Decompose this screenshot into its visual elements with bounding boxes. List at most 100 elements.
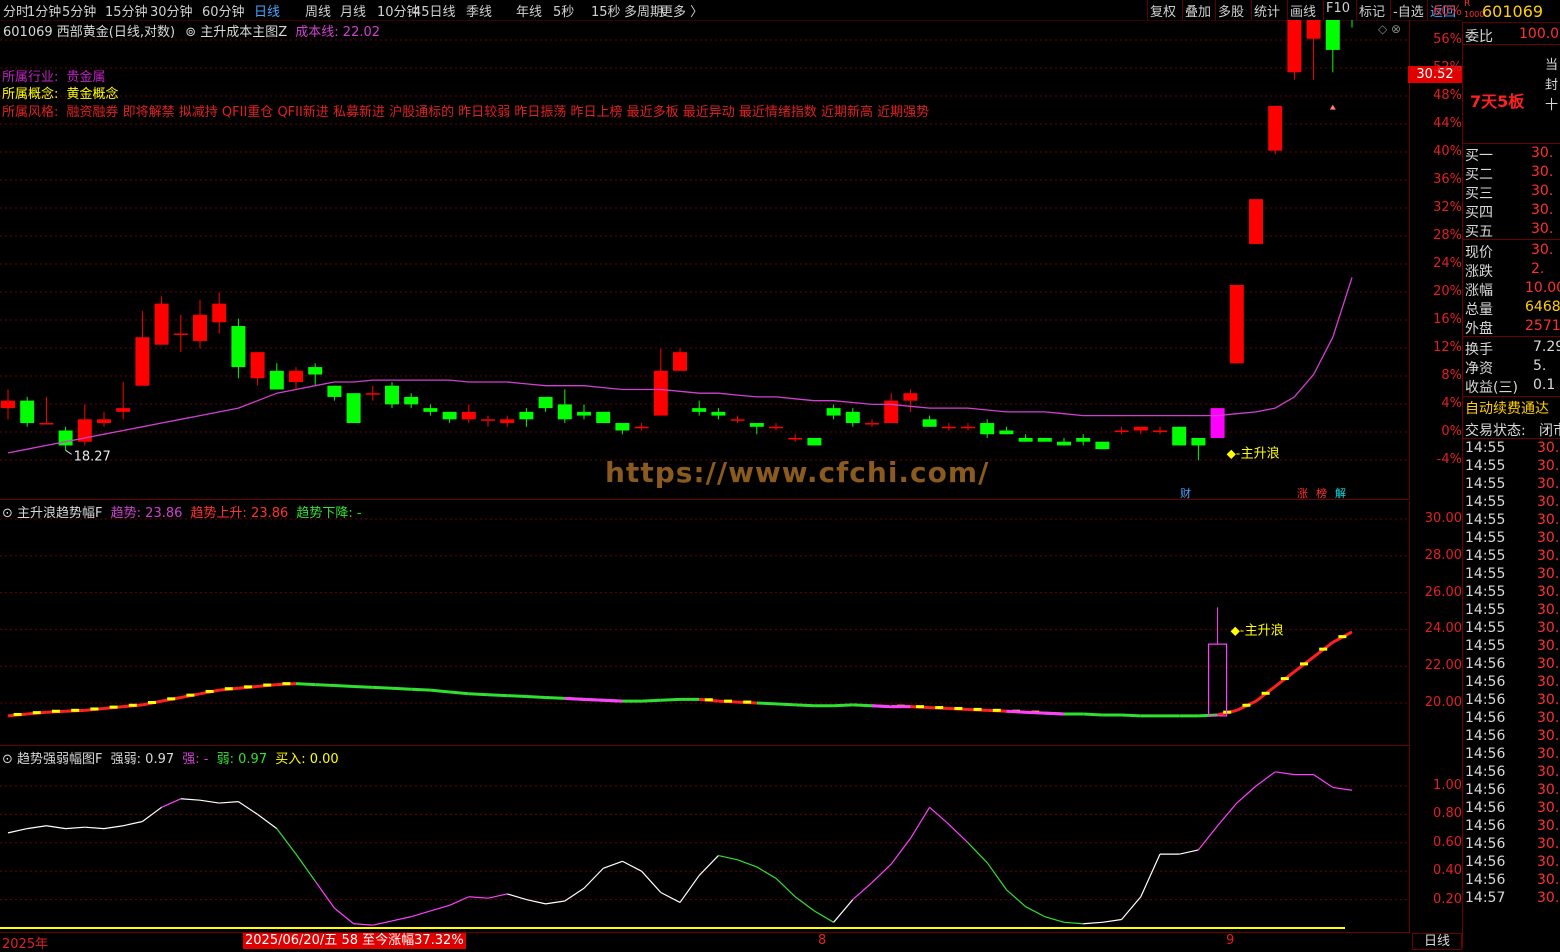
- period-3[interactable]: 15分钟: [105, 1, 148, 20]
- side-char-1: 当: [1545, 58, 1559, 73]
- toolbar-button-4[interactable]: 画线: [1290, 1, 1316, 20]
- trend-segment: [526, 695, 546, 699]
- event-tag-limit-up[interactable]: 涨: [1297, 485, 1308, 501]
- indicator-name[interactable]: 主升成本主图Z: [200, 25, 287, 40]
- strength-segment: [103, 825, 124, 830]
- panel2-y-tick: 22.00: [1424, 658, 1462, 674]
- quote-row-4[interactable]: 总量 6468: [1465, 299, 1560, 317]
- toolbar-button-2[interactable]: 多股: [1218, 1, 1244, 20]
- event-tag-rank[interactable]: 榜: [1316, 485, 1327, 501]
- trend-dash: [1280, 677, 1289, 681]
- trend-dash: [128, 703, 137, 707]
- toolbar-button-0[interactable]: 复权: [1150, 1, 1176, 20]
- period-6[interactable]: 日线: [254, 1, 280, 20]
- strength-segment: [1140, 853, 1161, 898]
- stat-row-1-value: 7.29: [1533, 339, 1560, 355]
- trade-status-label: 交易状态:: [1465, 423, 1526, 438]
- trend-dash: [205, 689, 214, 693]
- main-y-tick: 0%: [1441, 424, 1462, 439]
- period-13[interactable]: 5秒: [553, 1, 574, 20]
- panel3-y-tick: 1.00: [1433, 778, 1462, 793]
- trend-segment-magenta: [871, 704, 892, 709]
- panel3-strength: 强弱: 0.97: [110, 752, 175, 767]
- main-y-tick: 44%: [1433, 116, 1462, 131]
- period-8[interactable]: 月线: [340, 1, 366, 20]
- trend-segment: [775, 702, 796, 707]
- period-0[interactable]: 分时: [3, 1, 29, 20]
- quote-row-2-value: 2.: [1531, 261, 1545, 277]
- stat-row-3[interactable]: 收益(三) 0.1: [1465, 377, 1560, 395]
- strength-chart[interactable]: [0, 747, 1410, 932]
- tick-row: 14:55 30.: [1465, 476, 1560, 494]
- candle-body: [154, 303, 169, 345]
- event-tag-unlock[interactable]: 解: [1335, 485, 1346, 501]
- quote-row-3[interactable]: 涨幅 10.00: [1465, 280, 1560, 298]
- period-11[interactable]: 季线: [466, 1, 492, 20]
- candlestick-chart[interactable]: 31.7818.27◆-主升浪: [0, 20, 1410, 500]
- panel-controls[interactable]: ◇ ⊗: [1378, 22, 1401, 36]
- toolbar-button-6[interactable]: 标记: [1359, 1, 1385, 20]
- candle-body: [1153, 430, 1167, 433]
- tick-time: 14:55: [1465, 566, 1506, 582]
- panel2-toggle-icon[interactable]: ⊙: [2, 506, 13, 521]
- tick-time: 14:55: [1465, 530, 1506, 546]
- toolbar-button-1[interactable]: 叠加: [1185, 1, 1211, 20]
- toolbar-button-3[interactable]: 统计: [1254, 1, 1280, 20]
- period-5[interactable]: 60分钟: [202, 1, 245, 20]
- low-label: 18.27: [74, 449, 111, 464]
- candle-body: [1057, 441, 1071, 446]
- quote-row-1[interactable]: 现价 30.: [1465, 242, 1560, 260]
- tick-row: 14:56 30.: [1465, 674, 1560, 692]
- toolbar-button-5[interactable]: F10: [1326, 1, 1350, 16]
- panel2-header: ⊙ 主升浪趋势幅F 趋势: 23.86 趋势上升: 23.86 趋势下降: -: [2, 502, 362, 521]
- tick-price: 30.: [1537, 872, 1560, 888]
- candle-body: [596, 411, 611, 424]
- candle-body: [557, 404, 572, 420]
- panel2-name[interactable]: 主升浪趋势幅F: [17, 506, 102, 521]
- period-15[interactable]: 多周期: [624, 1, 663, 20]
- stock-code-box[interactable]: R 1000 601069: [1462, 0, 1560, 23]
- stat-row-3-value: 0.1: [1533, 377, 1556, 393]
- trend-dash: [973, 707, 982, 711]
- event-tag-finance[interactable]: 财: [1180, 485, 1191, 501]
- period-1[interactable]: 1分钟: [27, 1, 61, 20]
- bid-row-5[interactable]: 买五 30.: [1465, 221, 1560, 239]
- trend-dash: [992, 708, 1001, 712]
- bid-row-4[interactable]: 买四 30.: [1465, 202, 1560, 220]
- period-16[interactable]: 更多 〉: [660, 1, 703, 20]
- auto-renew-notice[interactable]: 自动续费通达: [1462, 398, 1560, 418]
- tick-time: 14:56: [1465, 764, 1506, 780]
- quote-row-5[interactable]: 外盘 2571: [1465, 318, 1560, 336]
- strength-segment: [449, 896, 470, 906]
- period-12[interactable]: 年线: [516, 1, 542, 20]
- main-y-tick: 28%: [1433, 228, 1462, 243]
- concept-label: 所属概念:: [2, 87, 59, 102]
- quote-row-2[interactable]: 涨跌 2.: [1465, 261, 1560, 279]
- period-7[interactable]: 周线: [305, 1, 331, 20]
- strength-segment: [526, 899, 546, 905]
- strength-segment: [411, 910, 431, 918]
- period-10[interactable]: 45日线: [413, 1, 456, 20]
- panel3-toggle-icon[interactable]: ⊙: [2, 752, 13, 767]
- indicator-icon[interactable]: ⊚: [185, 25, 196, 40]
- panel2-trend: 趋势: 23.86: [110, 506, 183, 521]
- strength-segment: [986, 862, 1007, 891]
- candle-body: [442, 411, 457, 420]
- bid-row-3[interactable]: 买三 30.: [1465, 183, 1560, 201]
- period-2[interactable]: 5分钟: [62, 1, 96, 20]
- bid-row-1[interactable]: 买一 30.: [1465, 145, 1560, 163]
- bid-row-2[interactable]: 买二 30.: [1465, 164, 1560, 182]
- candle-body: [730, 419, 745, 421]
- stat-row-1[interactable]: 换手 7.29: [1465, 339, 1560, 357]
- period-14[interactable]: 15秒: [591, 1, 621, 20]
- trend-segment-magenta: [1025, 710, 1045, 715]
- trend-amplitude-chart[interactable]: ◆- 主升浪: [0, 501, 1410, 746]
- period-label-button[interactable]: 日线: [1412, 933, 1462, 950]
- trend-dash: [13, 712, 22, 716]
- period-4[interactable]: 30分钟: [150, 1, 193, 20]
- trend-dash: [52, 709, 60, 713]
- strength-segment: [180, 798, 201, 801]
- panel3-name[interactable]: 趋势强弱幅图F: [17, 752, 102, 767]
- candle-body: [903, 393, 918, 401]
- stat-row-2[interactable]: 净资 5.: [1465, 358, 1560, 376]
